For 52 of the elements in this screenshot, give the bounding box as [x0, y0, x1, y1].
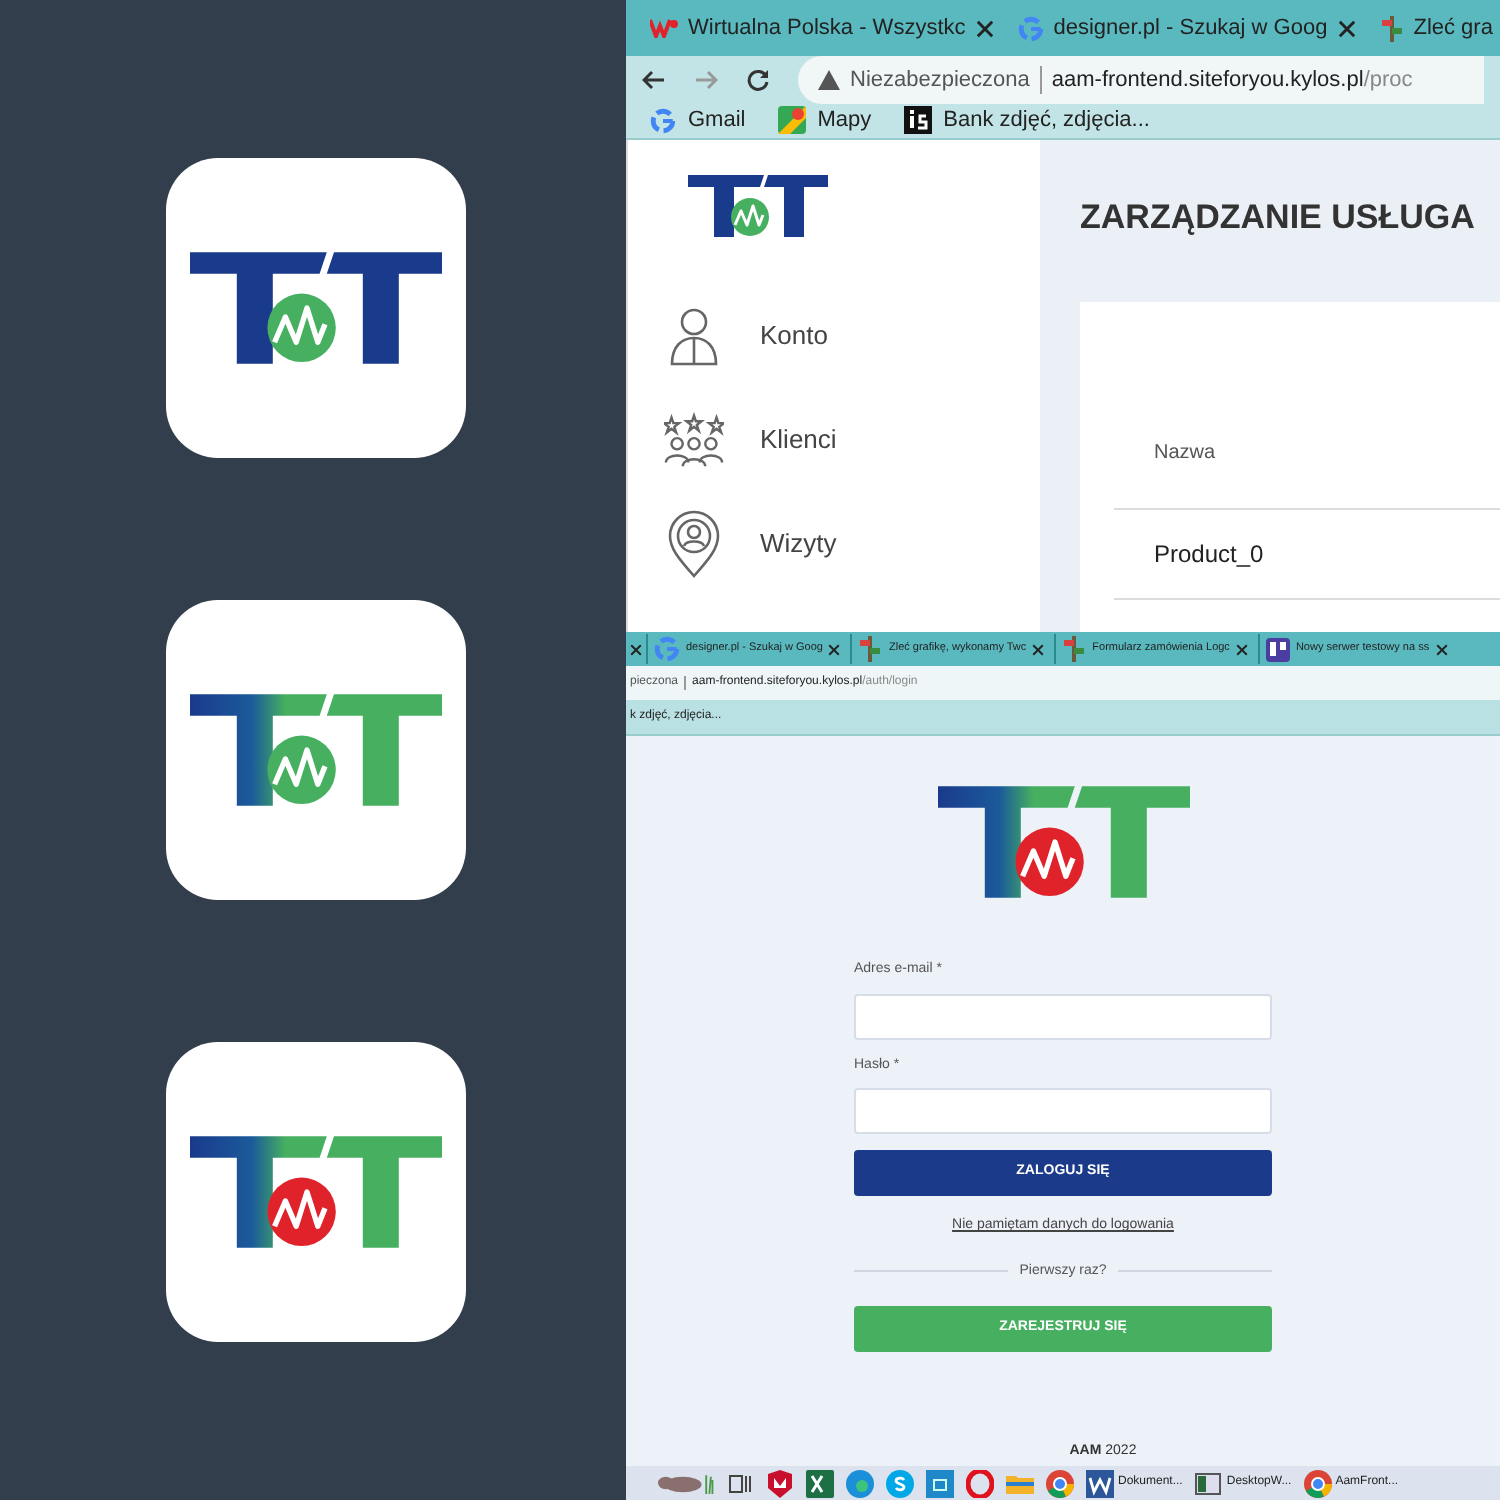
shield-icon[interactable] — [766, 1469, 794, 1497]
flag-icon — [1379, 15, 1404, 41]
flag-icon — [858, 636, 883, 662]
url-path: /proc — [1363, 65, 1413, 96]
tab-title: designer.pl - Szukaj w Goog — [1053, 13, 1328, 44]
logo-icon — [189, 693, 441, 806]
back-arrow-icon[interactable] — [642, 68, 666, 92]
close-icon[interactable] — [975, 19, 994, 37]
board-icon — [1265, 637, 1290, 661]
close-icon[interactable] — [630, 643, 642, 655]
address-bar[interactable]: Niezabezpieczona aam-frontend.siteforyou.kylos.pl/proc — [798, 56, 1484, 104]
input-field[interactable] — [854, 993, 1272, 1039]
logo-icon — [688, 171, 828, 239]
browser-tab[interactable]: designer.pl - Szukaj w Goog — [1009, 0, 1364, 56]
warning-icon — [818, 70, 840, 90]
bookmark[interactable]: Bank zdjęć, zdjęcia... — [903, 104, 1150, 137]
logo-icon — [189, 1135, 441, 1248]
table-cell-text: Product_0 — [1154, 538, 1264, 572]
document-icon[interactable] — [1086, 1469, 1114, 1497]
stock-photo-icon — [903, 106, 932, 135]
logo-icon — [189, 252, 441, 365]
browser-icon[interactable] — [846, 1469, 874, 1497]
close-icon[interactable] — [1235, 643, 1248, 655]
close-icon[interactable] — [1435, 643, 1448, 655]
close-icon[interactable] — [1337, 19, 1356, 37]
column-header: Nazwa — [1114, 438, 1500, 510]
flag-icon — [1062, 636, 1087, 662]
map-icon — [777, 106, 806, 135]
person-icon — [666, 305, 722, 365]
close-icon[interactable] — [1032, 643, 1045, 655]
browser-tab[interactable]: Wirtualna Polska - Wszystkc — [642, 0, 1002, 56]
security-label: Niezabezpieczona — [850, 65, 1030, 96]
sidebar-item[interactable]: Konto — [664, 283, 1040, 387]
url-host: aam-frontend.siteforyou.kylos.pl — [1051, 65, 1364, 96]
chat-icon[interactable] — [886, 1469, 914, 1497]
page-heading: ZARZĄDZANIE USŁUGA — [1080, 195, 1477, 239]
bookmark[interactable]: Gmail — [650, 104, 746, 137]
close-icon[interactable] — [828, 643, 841, 655]
bookmark[interactable]: Mapy — [777, 104, 872, 137]
browser-tab[interactable]: Zleć gra — [1371, 0, 1500, 56]
reload-icon[interactable] — [746, 68, 770, 92]
tab-title: Wirtualna Polska - Wszystkc — [688, 13, 966, 44]
input-field[interactable] — [854, 1088, 1272, 1134]
sidebar-item[interactable]: Klienci — [664, 387, 1040, 491]
window-icon[interactable] — [1194, 1469, 1223, 1497]
logo-icon — [937, 780, 1189, 904]
spreadsheet-icon[interactable] — [806, 1469, 834, 1497]
group-icon — [664, 409, 724, 469]
tab-title: Zleć gra — [1413, 13, 1493, 44]
sidebar-item[interactable]: Wizyty — [664, 491, 1040, 595]
task-view-icon[interactable] — [726, 1469, 754, 1497]
location-pin-icon — [666, 509, 722, 577]
